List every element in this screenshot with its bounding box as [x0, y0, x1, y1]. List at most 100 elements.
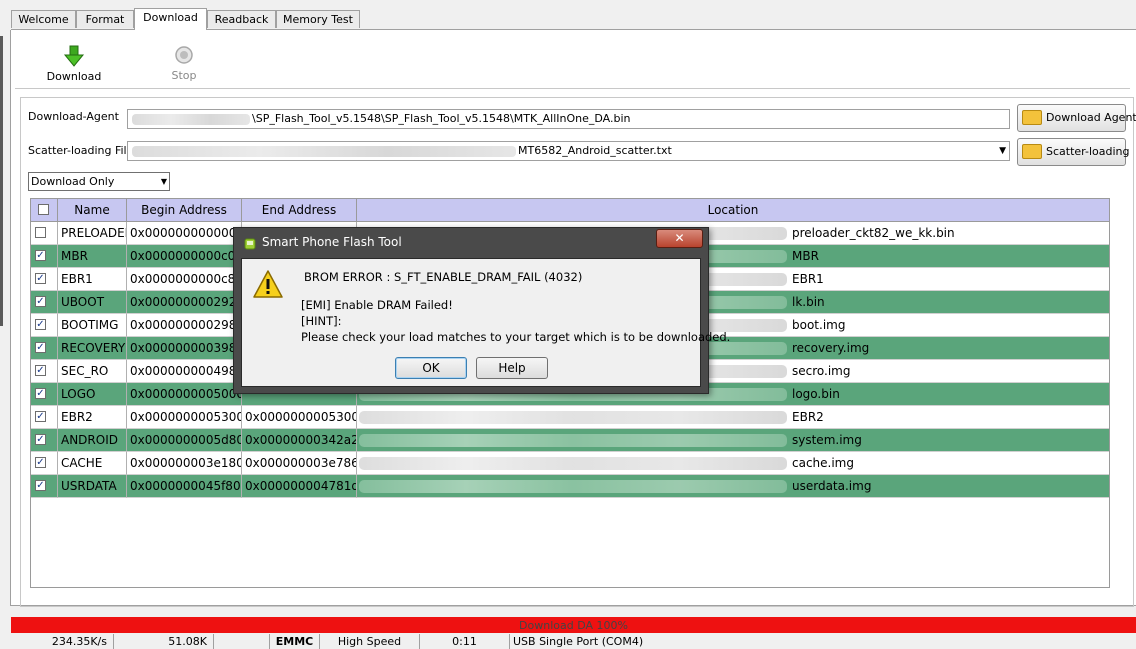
- begin-address-cell: 0x00000000029800: [127, 314, 242, 337]
- ok-button[interactable]: OK: [395, 357, 467, 379]
- location-filename: system.img: [792, 433, 862, 447]
- dialog-line-1: [EMI] Enable DRAM Failed!: [301, 298, 453, 312]
- download-agent-button[interactable]: Download Agent: [1017, 104, 1136, 132]
- redacted-path: [359, 457, 787, 470]
- row-checkbox[interactable]: ✓: [35, 296, 46, 307]
- row-select-cell[interactable]: ✓: [31, 406, 58, 429]
- row-checkbox[interactable]: ✓: [35, 411, 46, 422]
- location-cell[interactable]: EBR2: [357, 406, 1109, 429]
- table-row[interactable]: ✓ USRDATA0x0000000045f800000x000000004781…: [31, 475, 1109, 498]
- begin-address-cell: 0x000000003e180000: [127, 452, 242, 475]
- location-filename: EBR1: [792, 272, 824, 286]
- row-checkbox[interactable]: ✓: [35, 480, 46, 491]
- begin-address-cell: 0x00000000000000: [127, 222, 242, 245]
- location-filename: MBR: [792, 249, 819, 263]
- download-agent-button-label: Download Agent: [1046, 111, 1136, 124]
- scatter-loading-button-label: Scatter-loading: [1046, 145, 1130, 158]
- header-begin-address[interactable]: Begin Address: [127, 199, 242, 221]
- end-address-cell: 0x000000003e786093: [242, 452, 357, 475]
- scatter-loading-button[interactable]: Scatter-loading: [1017, 138, 1130, 166]
- row-select-cell[interactable]: ✓: [31, 429, 58, 452]
- warning-triangle-icon: [253, 270, 283, 298]
- tab-format[interactable]: Format: [76, 10, 134, 28]
- table-row[interactable]: ✓ CACHE0x000000003e1800000x000000003e7860…: [31, 452, 1109, 475]
- partition-name-cell: RECOVERY: [58, 337, 127, 360]
- header-location[interactable]: Location: [357, 199, 1109, 221]
- partition-name-cell: BOOTIMG: [58, 314, 127, 337]
- row-select-cell[interactable]: ✓: [31, 452, 58, 475]
- tab-download[interactable]: Download: [134, 8, 207, 30]
- location-filename: secro.img: [792, 364, 851, 378]
- row-checkbox[interactable]: ✓: [35, 365, 46, 376]
- download-agent-path: \SP_Flash_Tool_v5.1548\SP_Flash_Tool_v5.…: [252, 112, 631, 125]
- row-checkbox[interactable]: ✓: [35, 457, 46, 468]
- scatter-file-field[interactable]: MT6582_Android_scatter.txt ▼: [127, 141, 1010, 161]
- tab-readback[interactable]: Readback: [207, 10, 276, 28]
- location-filename: logo.bin: [792, 387, 840, 401]
- row-select-cell[interactable]: ✓: [31, 291, 58, 314]
- download-mode-value: Download Only: [31, 175, 115, 188]
- row-select-cell[interactable]: ✓: [31, 475, 58, 498]
- begin-address-cell: 0x0000000005d80000: [127, 429, 242, 452]
- dialog-close-button[interactable]: ✕: [656, 229, 703, 248]
- help-button[interactable]: Help: [476, 357, 548, 379]
- row-checkbox[interactable]: ✓: [35, 273, 46, 284]
- download-agent-field[interactable]: \SP_Flash_Tool_v5.1548\SP_Flash_Tool_v5.…: [127, 109, 1010, 129]
- location-cell[interactable]: userdata.img: [357, 475, 1109, 498]
- row-checkbox[interactable]: ✓: [35, 250, 46, 261]
- row-select-cell[interactable]: ✓: [31, 314, 58, 337]
- tab-memory-test[interactable]: Memory Test: [276, 10, 360, 28]
- download-button[interactable]: Download: [44, 44, 104, 83]
- table-row[interactable]: ✓EBR20x00000000053000000x00000000053001f…: [31, 406, 1109, 429]
- row-checkbox[interactable]: ✓: [35, 388, 46, 399]
- download-button-label: Download: [46, 70, 102, 83]
- download-mode-select[interactable]: Download Only ▼: [28, 172, 170, 191]
- row-select-cell[interactable]: ✓: [31, 337, 58, 360]
- green-down-arrow-icon: [63, 45, 85, 67]
- progress-text: Download DA 100%: [519, 619, 628, 632]
- row-select-cell[interactable]: ✓: [31, 360, 58, 383]
- location-filename: boot.img: [792, 318, 846, 332]
- partition-name-cell: CACHE: [58, 452, 127, 475]
- row-select-cell[interactable]: ✓: [31, 245, 58, 268]
- status-speed: 234.35K/s: [10, 634, 114, 649]
- row-select-cell[interactable]: ✓: [31, 268, 58, 291]
- header-name[interactable]: Name: [58, 199, 127, 221]
- select-all-checkbox[interactable]: [38, 204, 49, 215]
- status-bar: 234.35K/s 51.08K EMMC High Speed 0:11 US…: [0, 634, 1136, 649]
- dialog-body: BROM ERROR : S_FT_ENABLE_DRAM_FAIL (4032…: [241, 258, 730, 387]
- begin-address-cell: 0x0000000045f80000: [127, 475, 242, 498]
- location-filename: recovery.img: [792, 341, 870, 355]
- partition-name-cell: UBOOT: [58, 291, 127, 314]
- stop-button[interactable]: Stop: [160, 46, 208, 82]
- row-checkbox[interactable]: ✓: [35, 434, 46, 445]
- row-checkbox[interactable]: ✓: [35, 342, 46, 353]
- begin-address-cell: 0x00000000029200: [127, 291, 242, 314]
- begin-address-cell: 0x00000000050000: [127, 383, 242, 406]
- location-cell[interactable]: cache.img: [357, 452, 1109, 475]
- row-checkbox[interactable]: [35, 227, 46, 238]
- tab-bar: Welcome Format Download Readback Memory …: [0, 0, 1136, 30]
- stop-circle-icon: [175, 46, 193, 64]
- status-storage: EMMC: [270, 634, 320, 649]
- begin-address-cell: 0x00000000039800: [127, 337, 242, 360]
- redacted-path: [359, 434, 787, 447]
- partition-name-cell: EBR2: [58, 406, 127, 429]
- progress-bar: Download DA 100%: [11, 617, 1136, 633]
- left-edge-strip: [0, 36, 3, 326]
- location-cell[interactable]: system.img: [357, 429, 1109, 452]
- dialog-error-text: BROM ERROR : S_FT_ENABLE_DRAM_FAIL (4032…: [304, 270, 583, 284]
- row-checkbox[interactable]: ✓: [35, 319, 46, 330]
- status-spacer: [214, 634, 270, 649]
- redacted-path: [132, 113, 250, 125]
- scatter-file-label: Scatter-loading File: [28, 144, 134, 157]
- scatter-dropdown-arrow-icon[interactable]: ▼: [999, 142, 1006, 160]
- row-select-cell[interactable]: ✓: [31, 383, 58, 406]
- row-select-cell[interactable]: [31, 222, 58, 245]
- tab-welcome[interactable]: Welcome: [11, 10, 76, 28]
- header-select-all[interactable]: [31, 199, 58, 221]
- table-row[interactable]: ✓ ANDROID0x0000000005d800000x00000000342a…: [31, 429, 1109, 452]
- end-address-cell: 0x00000000342a22b3: [242, 429, 357, 452]
- header-end-address[interactable]: End Address: [242, 199, 357, 221]
- dialog-title: Smart Phone Flash Tool: [262, 235, 402, 249]
